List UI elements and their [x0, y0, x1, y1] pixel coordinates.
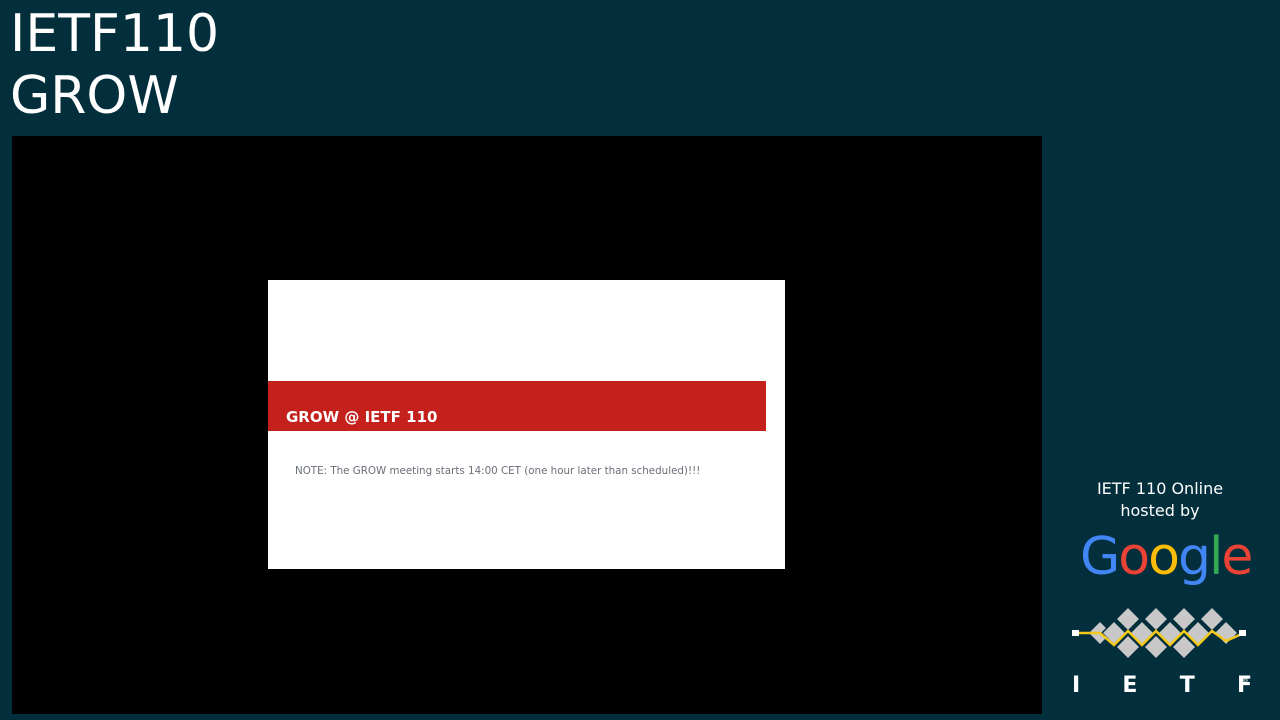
- session-title-line-2: GROW: [10, 66, 179, 126]
- google-logo-icon: Google: [1080, 524, 1253, 590]
- ietf-letter: I: [1072, 673, 1081, 698]
- ietf-wordmark: I E T F: [1072, 672, 1252, 700]
- sponsor-line-2: hosted by: [1120, 501, 1200, 520]
- shared-screen-area: GROW @ IETF 110 NOTE: The GROW meeting s…: [12, 136, 1042, 714]
- registered-mark: ®: [1242, 676, 1249, 684]
- ietf-letter: E: [1122, 673, 1138, 698]
- google-logo-letter: G: [1080, 527, 1120, 587]
- slide-note: NOTE: The GROW meeting starts 14:00 CET …: [295, 465, 701, 477]
- session-title-line-1: IETF110: [10, 4, 220, 64]
- meetecho-stage: IETF110 GROW GROW @ IETF 110 NOTE: The G…: [0, 0, 1280, 720]
- slide-title-banner: GROW @ IETF 110: [268, 381, 766, 431]
- google-logo-letter: g: [1177, 527, 1211, 587]
- presentation-slide: GROW @ IETF 110 NOTE: The GROW meeting s…: [268, 280, 785, 569]
- google-logo-letter: o: [1118, 527, 1150, 587]
- google-logo-letter: o: [1148, 527, 1180, 587]
- google-logo-letter: l: [1208, 527, 1224, 587]
- ietf-diamond-logo-icon: [1072, 606, 1246, 660]
- sponsor-line-1: IETF 110 Online: [1096, 479, 1224, 498]
- ietf-letter: T: [1179, 673, 1195, 698]
- sponsor-caption: IETF 110 Online hosted by: [1060, 478, 1260, 522]
- google-logo-letter: e: [1221, 527, 1253, 587]
- slide-heading: GROW @ IETF 110: [286, 408, 438, 426]
